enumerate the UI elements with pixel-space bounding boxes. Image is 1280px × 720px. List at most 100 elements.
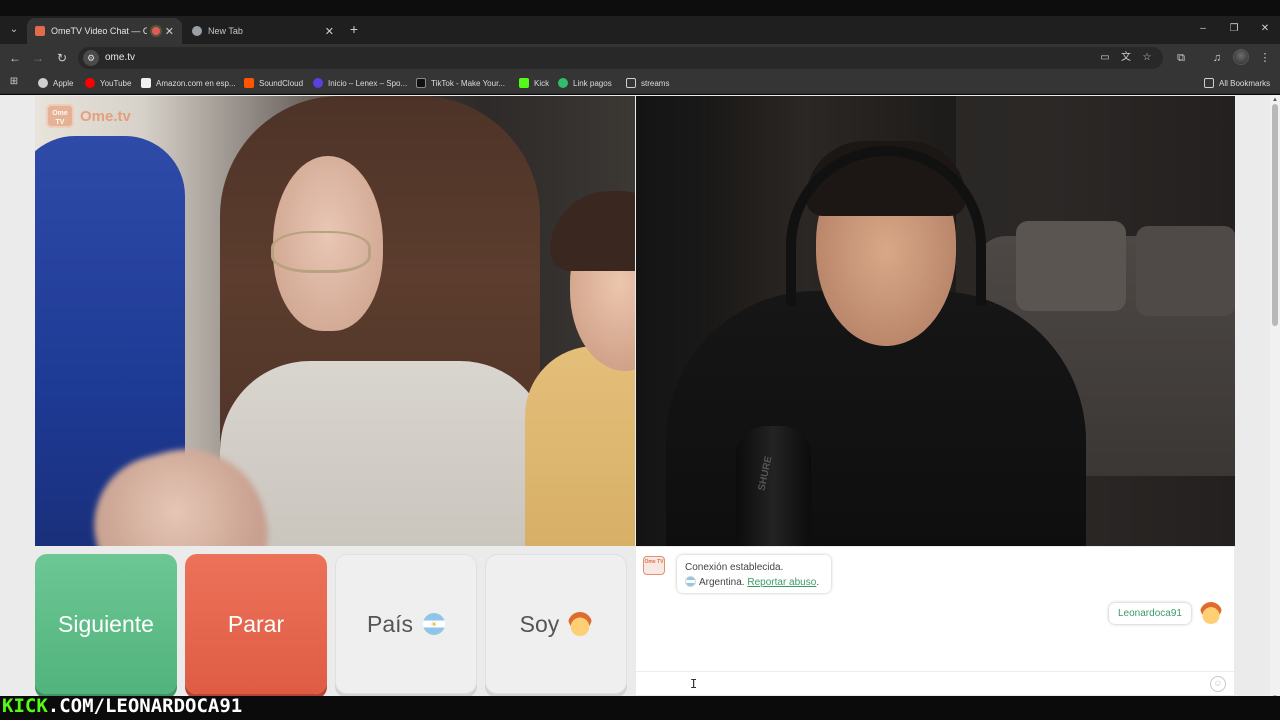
apps-grid-icon[interactable]: ⊞ (8, 76, 20, 88)
boy-emoji-icon (568, 612, 593, 636)
link-icon (558, 78, 568, 88)
tab-strip: ⌄ OmeTV Video Chat — Omegle ✕ New Tab ✕ … (0, 16, 1280, 44)
kick-prefix: KICK (2, 695, 48, 717)
country-name: Argentina. (699, 577, 745, 588)
video-figure (550, 191, 635, 271)
argentina-flag-icon: ☀ (423, 613, 446, 635)
media-control-icon[interactable]: ♫ (1208, 49, 1226, 67)
kick-suffix: .COM/LEONARDOCA91 (47, 695, 243, 717)
text-cursor-icon: I (690, 677, 698, 691)
youtube-icon (85, 78, 95, 88)
tab-title: New Tab (208, 26, 243, 36)
tab-ometv[interactable]: OmeTV Video Chat — Omegle ✕ (27, 18, 182, 44)
stranger-video (35, 96, 635, 546)
bookmark-label: TikTok - Make Your... (431, 78, 505, 88)
stop-button-label: Parar (227, 610, 285, 637)
argentina-flag-icon (685, 576, 696, 587)
menu-kebab-icon[interactable]: ⋮ (1256, 49, 1274, 67)
profile-avatar[interactable] (1233, 49, 1249, 65)
next-button-label: Siguiente (58, 610, 154, 637)
bookmark-label: streams (641, 78, 670, 88)
apple-icon (38, 78, 48, 88)
tab-title: OmeTV Video Chat — Omegle (51, 26, 147, 36)
bookmark-apple[interactable]: Apple (38, 75, 73, 91)
bookmark-soundcloud[interactable]: SoundCloud (244, 75, 303, 91)
address-url: ome.tv (105, 52, 136, 63)
bookmark-label: All Bookmarks (1219, 78, 1271, 88)
minimize-button[interactable]: – (1188, 20, 1218, 38)
country-line: Argentina. Reportar abuso. (685, 575, 823, 590)
bookmark-label: Link pagos (573, 78, 612, 88)
folder-icon (626, 78, 636, 88)
amazon-icon (141, 78, 151, 88)
screen-top-bar (0, 0, 1280, 16)
close-window-button[interactable]: ✕ (1250, 20, 1280, 38)
my-name-bubble: Leonardoca91 (1109, 603, 1191, 624)
tab-new-tab[interactable]: New Tab ✕ (184, 18, 342, 44)
bookmark-kick[interactable]: Kick (519, 75, 549, 91)
restore-button[interactable]: ❐ (1219, 20, 1249, 38)
video-figure (525, 346, 635, 546)
connection-status: Conexión establecida. (685, 562, 784, 573)
bookmark-label: YouTube (100, 78, 132, 88)
ometv-tv-icon: Ome TV (46, 104, 74, 128)
bookmark-star-icon[interactable]: ☆ (1140, 51, 1154, 65)
bookmark-tiktok[interactable]: TikTok - Make Your... (416, 75, 505, 91)
new-tab-button[interactable]: + (346, 20, 362, 38)
back-arrow-icon[interactable]: ← (6, 49, 24, 67)
scroll-up-arrow-icon[interactable]: ▲ (1271, 96, 1279, 104)
system-message: Conexión establecida. Argentina. Reporta… (677, 555, 831, 593)
kick-channel-watermark: KICK.COM/LEONARDOCA91 (2, 696, 242, 716)
boy-emoji-icon (1200, 602, 1222, 624)
ometv-favicon-icon (35, 26, 45, 36)
bookmark-youtube[interactable]: YouTube (85, 75, 131, 91)
forward-arrow-icon[interactable]: → (29, 49, 47, 67)
country-button[interactable]: País ☀ (335, 554, 477, 694)
kick-icon (519, 78, 529, 88)
translate-icon[interactable]: 文 (1119, 51, 1133, 65)
close-tab-icon[interactable]: ✕ (325, 25, 334, 38)
microphone-shape (736, 426, 811, 546)
punctuation: . (816, 577, 820, 588)
gender-button[interactable]: Soy (485, 554, 627, 694)
country-button-label: País (366, 610, 414, 637)
folder-icon (1204, 78, 1214, 88)
lenex-icon (313, 78, 323, 88)
video-figure (271, 231, 371, 273)
all-bookmarks[interactable]: All Bookmarks (1204, 75, 1270, 91)
recording-indicator-icon (151, 27, 160, 35)
gender-button-label: Soy (519, 610, 560, 637)
video-figure (1016, 221, 1126, 311)
browser-toolbar: ← → ↻ ⚙ ome.tv ▭ 文 ☆ ⧉ ♫ ⋮ (0, 44, 1280, 72)
bookmark-label: Kick (534, 78, 550, 88)
bookmark-amazon[interactable]: Amazon.com en esp... (141, 75, 236, 91)
bookmark-label: Inicio – Lenex – Spo... (328, 78, 408, 88)
own-video: SHURE (636, 96, 1235, 546)
chat-input[interactable] (636, 671, 1234, 695)
cast-icon[interactable]: ▭ (1098, 51, 1112, 65)
bookmark-lenex[interactable]: Inicio – Lenex – Spo... (313, 75, 407, 91)
report-abuse-link[interactable]: Reportar abuso (747, 577, 816, 588)
bookmark-streams[interactable]: streams (626, 75, 669, 91)
ometv-chat-logo-icon: Ome TV (643, 556, 665, 575)
video-figure (1136, 226, 1235, 316)
video-figure (220, 361, 550, 546)
emoji-picker-icon[interactable]: ☺ (1210, 676, 1226, 692)
ometv-logo: Ome TV Ome.tv (46, 104, 131, 128)
tab-search-chevron-icon[interactable]: ⌄ (5, 21, 23, 39)
close-tab-icon[interactable]: ✕ (165, 25, 174, 38)
site-info-icon[interactable]: ⚙ (83, 50, 99, 66)
chrome-favicon-icon (192, 26, 202, 36)
soundcloud-icon (244, 78, 254, 88)
reload-icon[interactable]: ↻ (53, 49, 71, 67)
stop-button[interactable]: Parar (185, 554, 327, 694)
extensions-icon[interactable]: ⧉ (1172, 49, 1190, 67)
bookmark-link-pagos[interactable]: Link pagos (558, 75, 612, 91)
next-button[interactable]: Siguiente (35, 554, 177, 694)
bookmark-label: Apple (53, 78, 74, 88)
bookmark-label: SoundCloud (259, 78, 304, 88)
bookmark-label: Amazon.com en esp... (156, 78, 236, 88)
ometv-logo-text: Ome.tv (80, 107, 131, 125)
scrollbar-thumb[interactable] (1272, 104, 1278, 326)
address-bar[interactable]: ⚙ ome.tv ▭ 文 ☆ (78, 47, 1163, 69)
